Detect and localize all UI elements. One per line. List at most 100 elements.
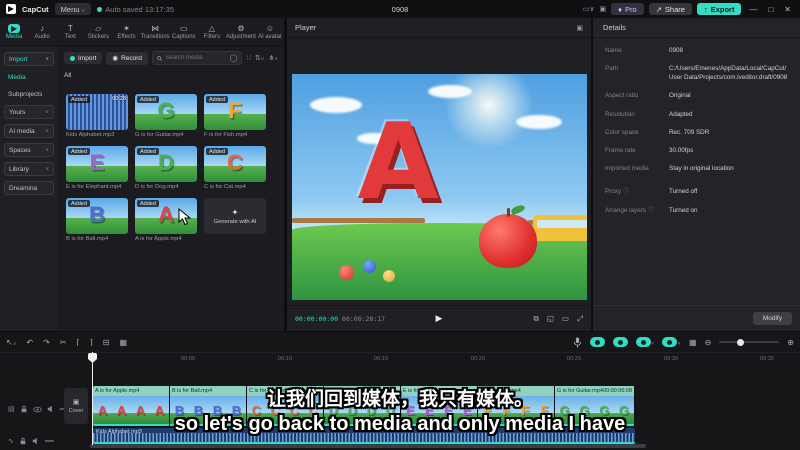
ruler-tick: 00:35 [759,356,775,362]
tab-ai-avatar[interactable]: ☺ AI avatar [256,18,284,45]
pro-button[interactable]: ♦ Pro [611,3,644,15]
thumbnail-letter: G [157,97,175,123]
tab-media[interactable]: ▶ Media [0,18,28,45]
detail-row-aspect-ratio: Aspect ratio Original [605,92,691,100]
thumbnail-letter: A [158,201,174,227]
details-footer: Modify [593,305,800,331]
tab-filters[interactable]: △ Filters [198,18,226,45]
export-button[interactable]: ↑ Export [696,3,742,15]
tab-effects[interactable]: ✶ Effects [112,18,140,45]
panel-toggle-icon[interactable]: ▣ [600,5,607,13]
media-item-g-guitar[interactable]: Added G [135,94,197,130]
ratio-icon[interactable]: ▭ [562,314,569,324]
sidebar-item-media[interactable]: Media [4,71,54,83]
ruler-tick: 00:10 [277,356,293,362]
menu-button[interactable]: Menu ∨ [54,3,92,15]
school-bus [533,215,587,242]
grid-view-icon[interactable]: ∷ [246,54,250,62]
sidebar-item-yours[interactable]: Yours ∨ [4,105,54,119]
media-item-d-dog[interactable]: Added D [135,146,197,182]
timeline-ruler[interactable]: 00:05 00:10 00:15 00:20 00:25 00:30 00:3… [0,352,800,366]
sidebar-item-ai-media[interactable]: AI media ∨ [4,124,54,138]
sort-icon[interactable]: ⇅∨ [255,54,265,62]
tab-adjustment[interactable]: ⚙ Adjustment [226,18,256,45]
zoom-slider-thumb[interactable] [737,338,745,346]
chevron-down-icon: ∨ [45,166,49,172]
scene-letter-a: A [357,101,439,224]
detail-row-color-space: Color space Rec. 709 SDR [605,128,710,136]
player-display-options-icon[interactable]: ▣ [576,24,583,32]
sidebar-item-dreamina[interactable]: Dreamina [4,181,54,195]
split-icon[interactable]: ✂ [60,338,67,347]
search-scope-icon[interactable]: ◯ [230,54,238,62]
redo-icon[interactable]: ↷ [43,338,50,347]
auto-select-icon[interactable] [612,337,628,347]
added-badge: Added [137,148,159,155]
snapshot-icon[interactable]: ◱ [547,314,554,324]
close-button[interactable]: ✕ [781,5,794,14]
mouse-cursor [178,208,192,226]
media-sidebar: Import ∨ Media Subprojects Yours ∨ AI medi… [0,46,58,331]
tab-text[interactable]: T Text [56,18,84,45]
added-badge: Added [68,96,90,103]
zoom-out-icon[interactable]: ⊖ [705,338,712,347]
share-button[interactable]: ↗ Share [648,3,692,15]
sidebar-item-spaces[interactable]: Spaces ∨ [4,143,54,157]
media-item-kids-alphabet[interactable]: Added 00:28 [66,94,128,130]
tab-captions[interactable]: ▭ Captions [170,18,198,45]
undo-icon[interactable]: ↶ [26,338,33,347]
timeline-toolbar: ↖∨ ↶ ↷ ✂ ⌈ ⌉ ⊟ ▦ ∨ ∨ ▦ ⊖ ⊕ [0,332,800,352]
upload-icon: ↑ [703,4,708,14]
media-item-f-fish[interactable]: Added F [204,94,266,130]
titlebar: CapCut Menu ∨ Auto saved 13:17:35 0908 ▭… [0,0,800,18]
detail-row-proxy: Proxy ⓘ Turned off [605,188,698,195]
maximize-button[interactable]: □ [765,5,776,14]
timeline-scrollbar[interactable] [0,444,800,448]
added-badge: Added [68,148,90,155]
search-box[interactable]: ◯ [152,51,243,65]
modify-button[interactable]: Modify [752,312,792,325]
select-tool-icon[interactable]: ↖∨ [6,338,16,347]
tab-stickers[interactable]: ▱ Stickers [84,18,112,45]
tab-audio[interactable]: ♪ Audio [28,18,56,45]
video-preview[interactable]: A [292,74,587,300]
preview-axis-icon[interactable]: ∨ [662,337,681,347]
sidebar-item-library[interactable]: Library ∨ [4,162,54,176]
minimize-button[interactable]: — [746,5,760,14]
search-icon [157,55,163,61]
fullscreen-icon[interactable]: ⤢ [577,314,583,324]
mask-icon[interactable]: ▦ [119,338,127,347]
detail-row-imported-media: Imported media Stay in original location [605,164,734,172]
zoom-in-icon[interactable]: ⊕ [787,338,794,347]
filter-icon[interactable]: ⋔∨ [268,54,278,62]
split-screen-icon[interactable]: ⧉ [533,314,538,324]
magnetic-snap-icon[interactable] [589,337,605,347]
sidebar-item-subprojects[interactable]: Subprojects [4,88,54,100]
search-input[interactable] [165,55,227,61]
autosave-check-icon [97,6,103,12]
record-button[interactable]: ◉ Record [106,51,149,65]
media-item-c-cat[interactable]: Added C [204,146,266,182]
sidebar-item-import[interactable]: Import ∨ [4,52,54,66]
trim-left-icon[interactable]: ⌈ [76,338,79,347]
trim-right-icon[interactable]: ⌉ [90,338,93,347]
zoom-slider[interactable] [719,338,780,346]
ball-red [339,264,355,280]
media-item-b-ball[interactable]: Added B [66,198,128,234]
render-preview-icon[interactable]: ▦ [689,338,697,347]
filter-all-label[interactable]: All [58,70,284,81]
ai-sparkle-icon: ✦ [231,207,239,217]
import-button[interactable]: Import [64,52,103,64]
subtitle-english: so let's go back to media and only media… [174,413,626,435]
generate-with-ai-tile[interactable]: ✦ Generate with AI [204,198,266,234]
layout-options-icon[interactable]: ▭∨ [583,5,595,13]
tab-transitions[interactable]: ⋈ Transitions [141,18,170,45]
mic-icon[interactable] [573,337,582,348]
timeline-scrollbar-thumb[interactable] [90,444,646,448]
linked-clips-icon[interactable]: ∨ [635,337,654,347]
cloud [516,114,563,129]
play-button[interactable]: ▶ [436,313,443,324]
media-item-name: B is for Ball.mp4 [66,236,109,242]
delete-icon[interactable]: ⊟ [103,338,110,347]
media-item-e-elephant[interactable]: Added E [66,146,128,182]
